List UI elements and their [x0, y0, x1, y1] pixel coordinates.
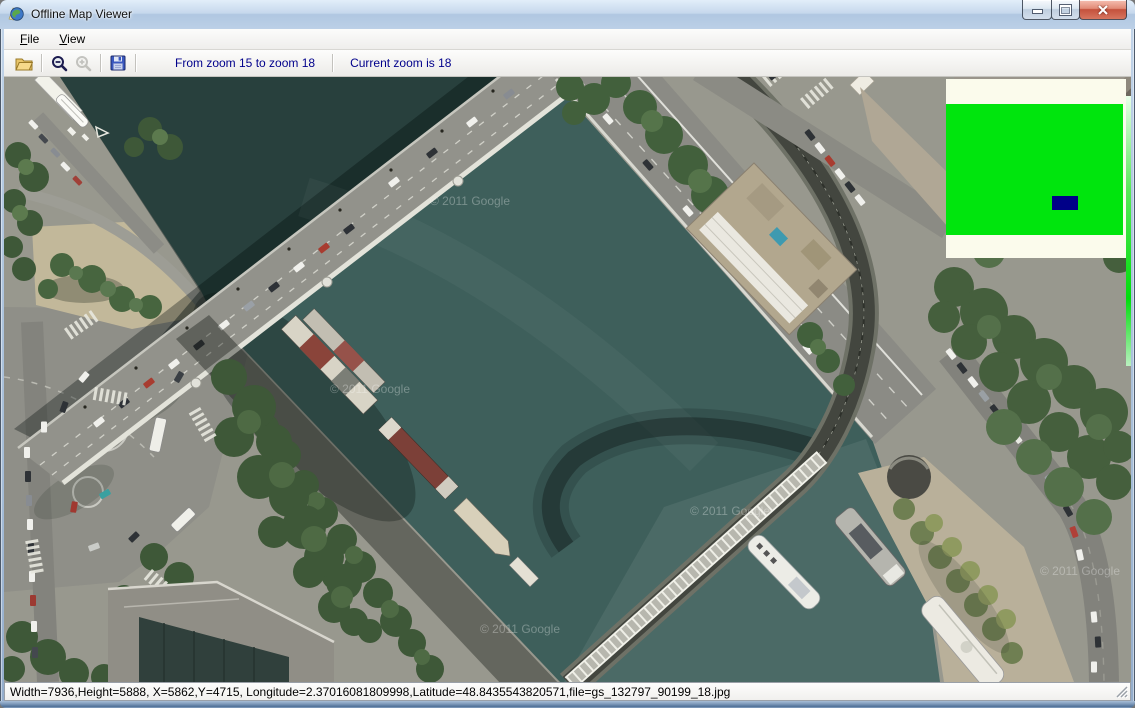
- map-watermark: © 2011 Google: [330, 382, 410, 396]
- zoom-in-icon: [75, 55, 92, 72]
- open-file-button[interactable]: [12, 52, 36, 74]
- toolbar: From zoom 15 to zoom 18 Current zoom is …: [4, 50, 1131, 77]
- window-controls: [1023, 0, 1127, 20]
- current-zoom-label: Current zoom is 18: [338, 56, 463, 70]
- save-icon: [110, 55, 126, 71]
- open-folder-icon: [15, 56, 33, 71]
- zoom-out-icon: [51, 55, 68, 72]
- status-text: Width=7936,Height=5888, X=5862,Y=4715, L…: [5, 685, 730, 699]
- window-title: Offline Map Viewer: [31, 7, 132, 21]
- toolbar-separator: [41, 54, 42, 72]
- resize-grip-icon[interactable]: [1114, 684, 1128, 698]
- zoom-out-button[interactable]: [47, 52, 71, 74]
- map-watermark: © 2011 Google: [480, 622, 560, 636]
- title-bar[interactable]: Offline Map Viewer: [0, 0, 1135, 29]
- map-watermark: © 2011 Google: [690, 504, 770, 518]
- menu-file[interactable]: File: [10, 30, 49, 48]
- minimap-viewport[interactable]: [1052, 196, 1078, 210]
- close-icon: [1097, 5, 1109, 15]
- toolbar-separator: [135, 54, 136, 72]
- minimap-overview[interactable]: [946, 79, 1126, 258]
- app-icon: [8, 6, 24, 22]
- minimap-edge-strip: [1126, 96, 1131, 366]
- map-watermark: © 2011 Google: [1040, 564, 1120, 578]
- app-window: Offline Map Viewer File View: [0, 0, 1135, 708]
- zoom-range-label: From zoom 15 to zoom 18: [163, 56, 327, 70]
- map-watermark: © 2011 Google: [430, 194, 510, 208]
- zoom-in-button[interactable]: [71, 52, 95, 74]
- menu-view[interactable]: View: [49, 30, 95, 48]
- toolbar-separator: [100, 54, 101, 72]
- maximize-icon: [1060, 5, 1071, 15]
- close-button[interactable]: [1079, 0, 1127, 20]
- save-button[interactable]: [106, 52, 130, 74]
- status-bar: Width=7936,Height=5888, X=5862,Y=4715, L…: [4, 682, 1131, 701]
- minimize-button[interactable]: [1022, 0, 1052, 20]
- minimize-icon: [1033, 10, 1042, 13]
- toolbar-separator: [332, 54, 333, 72]
- maximize-button[interactable]: [1051, 0, 1080, 20]
- window-bottom-frame: [0, 701, 1135, 708]
- menu-bar: File View: [4, 29, 1131, 50]
- minimap-extent: [946, 104, 1123, 235]
